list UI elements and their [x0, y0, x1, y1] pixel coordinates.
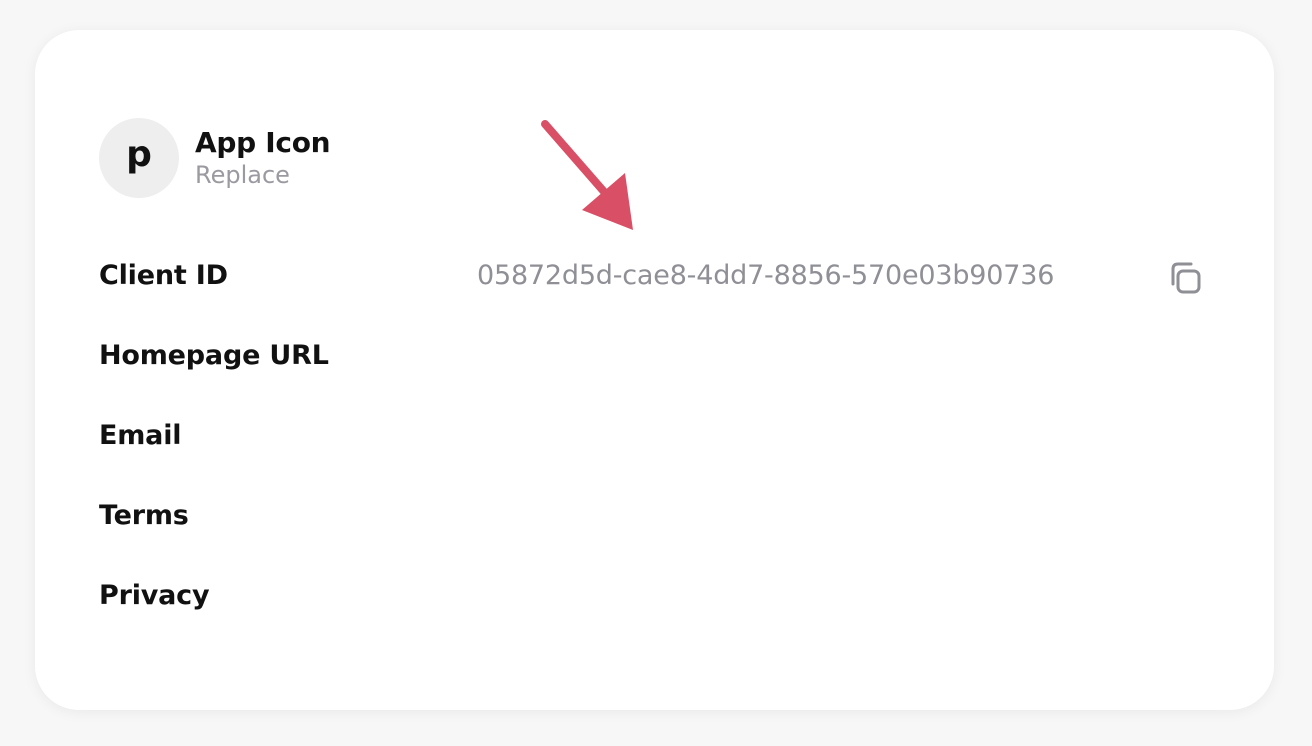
app-avatar[interactable]: p: [99, 118, 179, 198]
client-id-label: Client ID: [99, 260, 228, 291]
email-label: Email: [99, 420, 182, 451]
homepage-url-label: Homepage URL: [99, 340, 329, 371]
terms-label: Terms: [99, 500, 189, 531]
app-icon-section: p App Icon Replace: [99, 118, 331, 198]
app-icon-title: App Icon: [195, 126, 331, 159]
copy-icon[interactable]: [1165, 258, 1205, 298]
replace-link[interactable]: Replace: [195, 160, 330, 190]
client-id-value: 05872d5d-cae8-4dd7-8856-570e03b90736: [477, 260, 1055, 291]
app-icon-text: App Icon Replace: [195, 126, 331, 190]
privacy-label: Privacy: [99, 580, 210, 611]
app-details-card: p App Icon Replace Client ID 05872d5d-ca…: [35, 30, 1274, 710]
arrow-icon: [541, 120, 633, 230]
page: p App Icon Replace Client ID 05872d5d-ca…: [0, 0, 1312, 746]
